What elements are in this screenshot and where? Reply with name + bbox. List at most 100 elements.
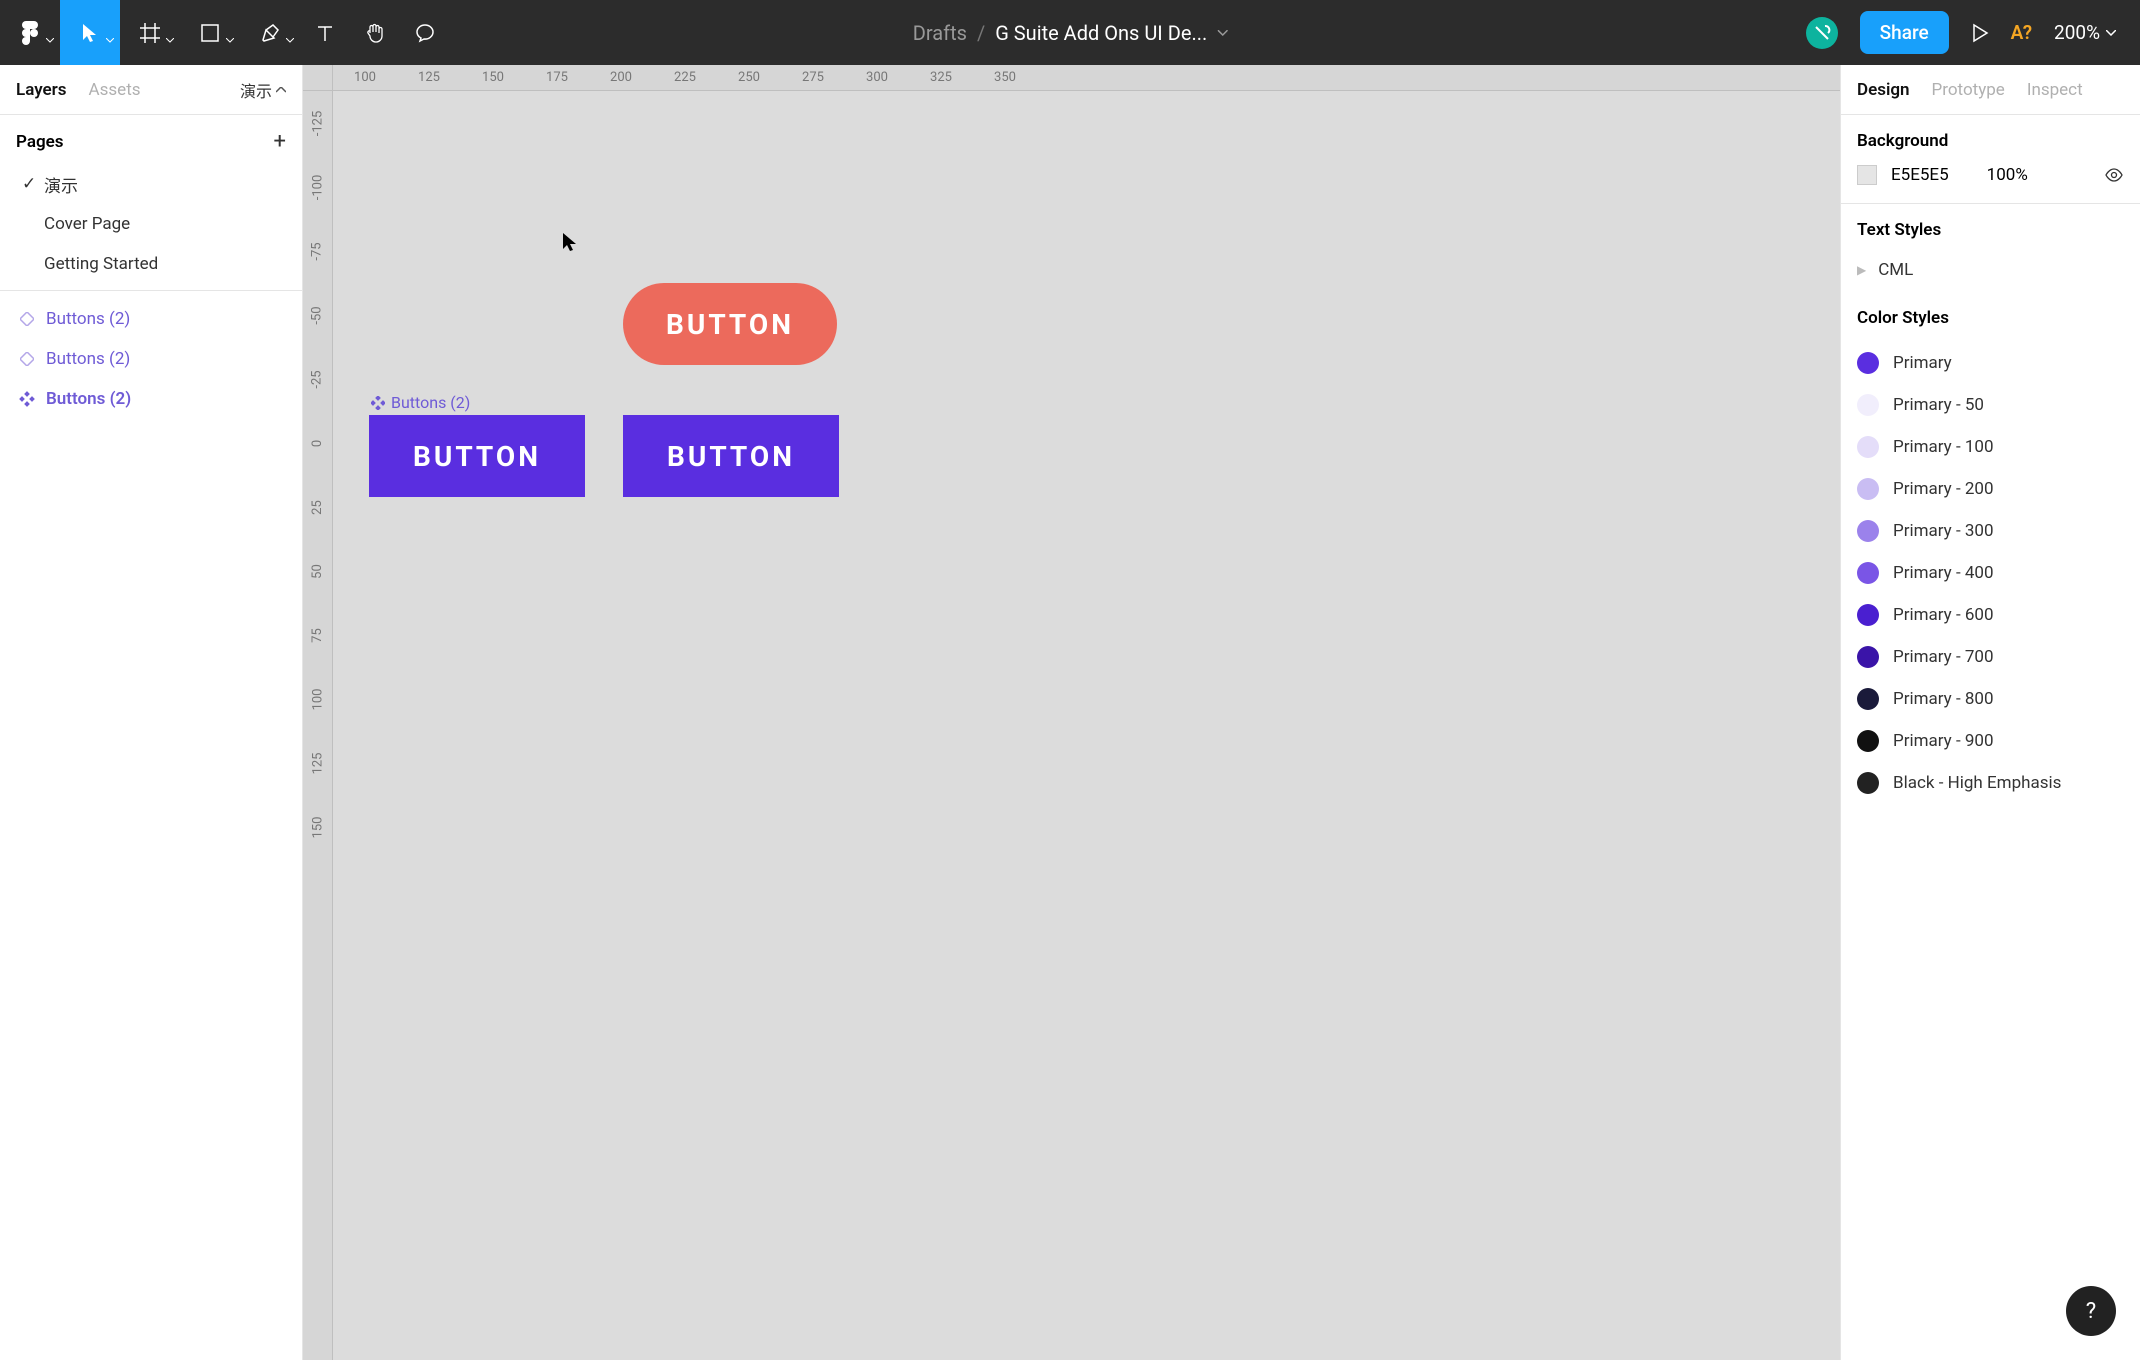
color-style-item[interactable]: Primary - 700 (1857, 636, 2124, 678)
color-style-label: Primary - 300 (1893, 521, 1994, 541)
help-icon: ? (2086, 1299, 2096, 1324)
zoom-value: 200% (2054, 21, 2100, 44)
color-swatch (1857, 394, 1879, 416)
chevron-down-icon (106, 38, 114, 43)
visibility-toggle[interactable] (2104, 168, 2124, 182)
color-style-label: Primary - 600 (1893, 605, 1994, 625)
page-item[interactable]: Cover Page (0, 204, 302, 244)
background-heading: Background (1857, 131, 2124, 151)
page-item[interactable]: ✓ 演示 (0, 164, 302, 204)
missing-font-indicator[interactable]: A? (2011, 21, 2032, 44)
color-style-label: Primary - 900 (1893, 731, 1994, 751)
tab-layers[interactable]: Layers (16, 80, 67, 100)
ruler-horizontal: 100 125 150 175 200 225 250 275 300 325 … (333, 65, 1840, 91)
layer-label: Buttons (2) (46, 349, 130, 369)
chevron-down-icon (166, 38, 174, 43)
pages-heading: Pages (16, 132, 64, 152)
shape-tool[interactable] (180, 0, 240, 65)
color-swatch (1857, 478, 1879, 500)
canvas-area[interactable]: 100 125 150 175 200 225 250 275 300 325 … (303, 65, 1840, 1360)
canvas-button-purple-1[interactable]: BUTTON (369, 415, 585, 497)
frame-icon (140, 23, 160, 43)
color-style-label: Primary (1893, 353, 1952, 373)
color-swatch (1857, 772, 1879, 794)
eye-icon (2104, 168, 2124, 182)
instance-icon (18, 350, 36, 368)
layer-item[interactable]: Buttons (2) (0, 299, 302, 339)
rectangle-icon (201, 24, 219, 42)
layer-item[interactable]: Buttons (2) (0, 339, 302, 379)
color-swatch (1857, 688, 1879, 710)
help-button[interactable]: ? (2066, 1286, 2116, 1336)
toolbar: Drafts / G Suite Add Ons UI De... Share … (0, 0, 2140, 65)
comment-tool[interactable] (400, 0, 450, 65)
color-style-label: Primary - 800 (1893, 689, 1994, 709)
caret-right-icon: ▶ (1857, 263, 1866, 277)
frame-tool[interactable] (120, 0, 180, 65)
chevron-down-icon (286, 38, 294, 43)
component-icon (371, 396, 385, 410)
color-style-item[interactable]: Primary - 400 (1857, 552, 2124, 594)
instance-icon (18, 310, 36, 328)
color-style-item[interactable]: Primary - 800 (1857, 678, 2124, 720)
page-label: Cover Page (44, 214, 130, 234)
chevron-down-icon[interactable] (1217, 30, 1227, 36)
canvas[interactable]: BUTTON Buttons (2) BUTTON BUTTON (333, 91, 1840, 1360)
share-button[interactable]: Share (1860, 11, 1949, 54)
right-panel-tabs: Design Prototype Inspect (1841, 65, 2140, 115)
pen-tool[interactable] (240, 0, 300, 65)
color-style-item[interactable]: Primary - 300 (1857, 510, 2124, 552)
drafts-link[interactable]: Drafts (913, 21, 967, 45)
pages-section: Pages + ✓ 演示 Cover Page Getting Started (0, 115, 302, 291)
color-style-item[interactable]: Primary - 200 (1857, 468, 2124, 510)
color-styles-section: Color Styles Primary Primary - 50 Primary … (1841, 292, 2140, 822)
tab-prototype[interactable]: Prototype (1932, 80, 2005, 100)
layers-list: Buttons (2) Buttons (2) Buttons (2) (0, 291, 302, 419)
color-style-item[interactable]: Primary - 600 (1857, 594, 2124, 636)
add-page-button[interactable]: + (274, 129, 286, 154)
page-label: 演示 (44, 172, 78, 197)
component-icon (18, 390, 36, 408)
hand-tool[interactable] (350, 0, 400, 65)
background-swatch[interactable] (1857, 165, 1877, 185)
text-style-item[interactable]: ▶ CML (1857, 254, 2124, 286)
avatar-icon (1812, 23, 1832, 43)
play-icon (1971, 23, 1989, 43)
hand-icon (364, 22, 386, 44)
canvas-button-purple-2[interactable]: BUTTON (623, 415, 839, 497)
page-selector-label: 演示 (240, 78, 272, 102)
check-icon: ✓ (22, 174, 44, 194)
page-selector[interactable]: 演示 (240, 78, 286, 102)
background-hex[interactable]: E5E5E5 (1891, 165, 1949, 185)
chevron-up-icon (276, 87, 286, 93)
color-style-item[interactable]: Primary - 50 (1857, 384, 2124, 426)
color-style-item[interactable]: Primary - 900 (1857, 720, 2124, 762)
zoom-control[interactable]: 200% (2054, 21, 2116, 44)
layer-label: Buttons (2) (46, 389, 131, 409)
present-button[interactable] (1971, 23, 1989, 43)
avatar[interactable] (1806, 17, 1838, 49)
color-styles-heading: Color Styles (1857, 308, 2124, 328)
color-swatch (1857, 604, 1879, 626)
tab-assets[interactable]: Assets (89, 80, 141, 100)
canvas-button-coral[interactable]: BUTTON (623, 283, 837, 365)
layer-item[interactable]: Buttons (2) (0, 379, 302, 419)
color-style-item[interactable]: Primary - 100 (1857, 426, 2124, 468)
tab-inspect[interactable]: Inspect (2027, 80, 2083, 100)
ruler-vertical: -125 -100 -75 -50 -25 0 25 50 75 100 125… (303, 91, 333, 1360)
color-style-item[interactable]: Black - High Emphasis (1857, 762, 2124, 804)
cursor-icon (81, 22, 99, 44)
color-style-label: Primary - 100 (1893, 437, 1994, 457)
frame-label-text: Buttons (2) (391, 393, 470, 412)
figma-menu[interactable] (0, 0, 60, 65)
page-item[interactable]: Getting Started (0, 244, 302, 284)
text-tool[interactable] (300, 0, 350, 65)
breadcrumb[interactable]: Drafts / G Suite Add Ons UI De... (913, 21, 1228, 45)
file-title[interactable]: G Suite Add Ons UI De... (995, 21, 1207, 45)
tab-design[interactable]: Design (1857, 80, 1910, 100)
color-style-item[interactable]: Primary (1857, 342, 2124, 384)
frame-label[interactable]: Buttons (2) (371, 393, 470, 412)
background-opacity[interactable]: 100% (1987, 165, 2028, 185)
move-tool[interactable] (60, 0, 120, 65)
color-swatch (1857, 730, 1879, 752)
